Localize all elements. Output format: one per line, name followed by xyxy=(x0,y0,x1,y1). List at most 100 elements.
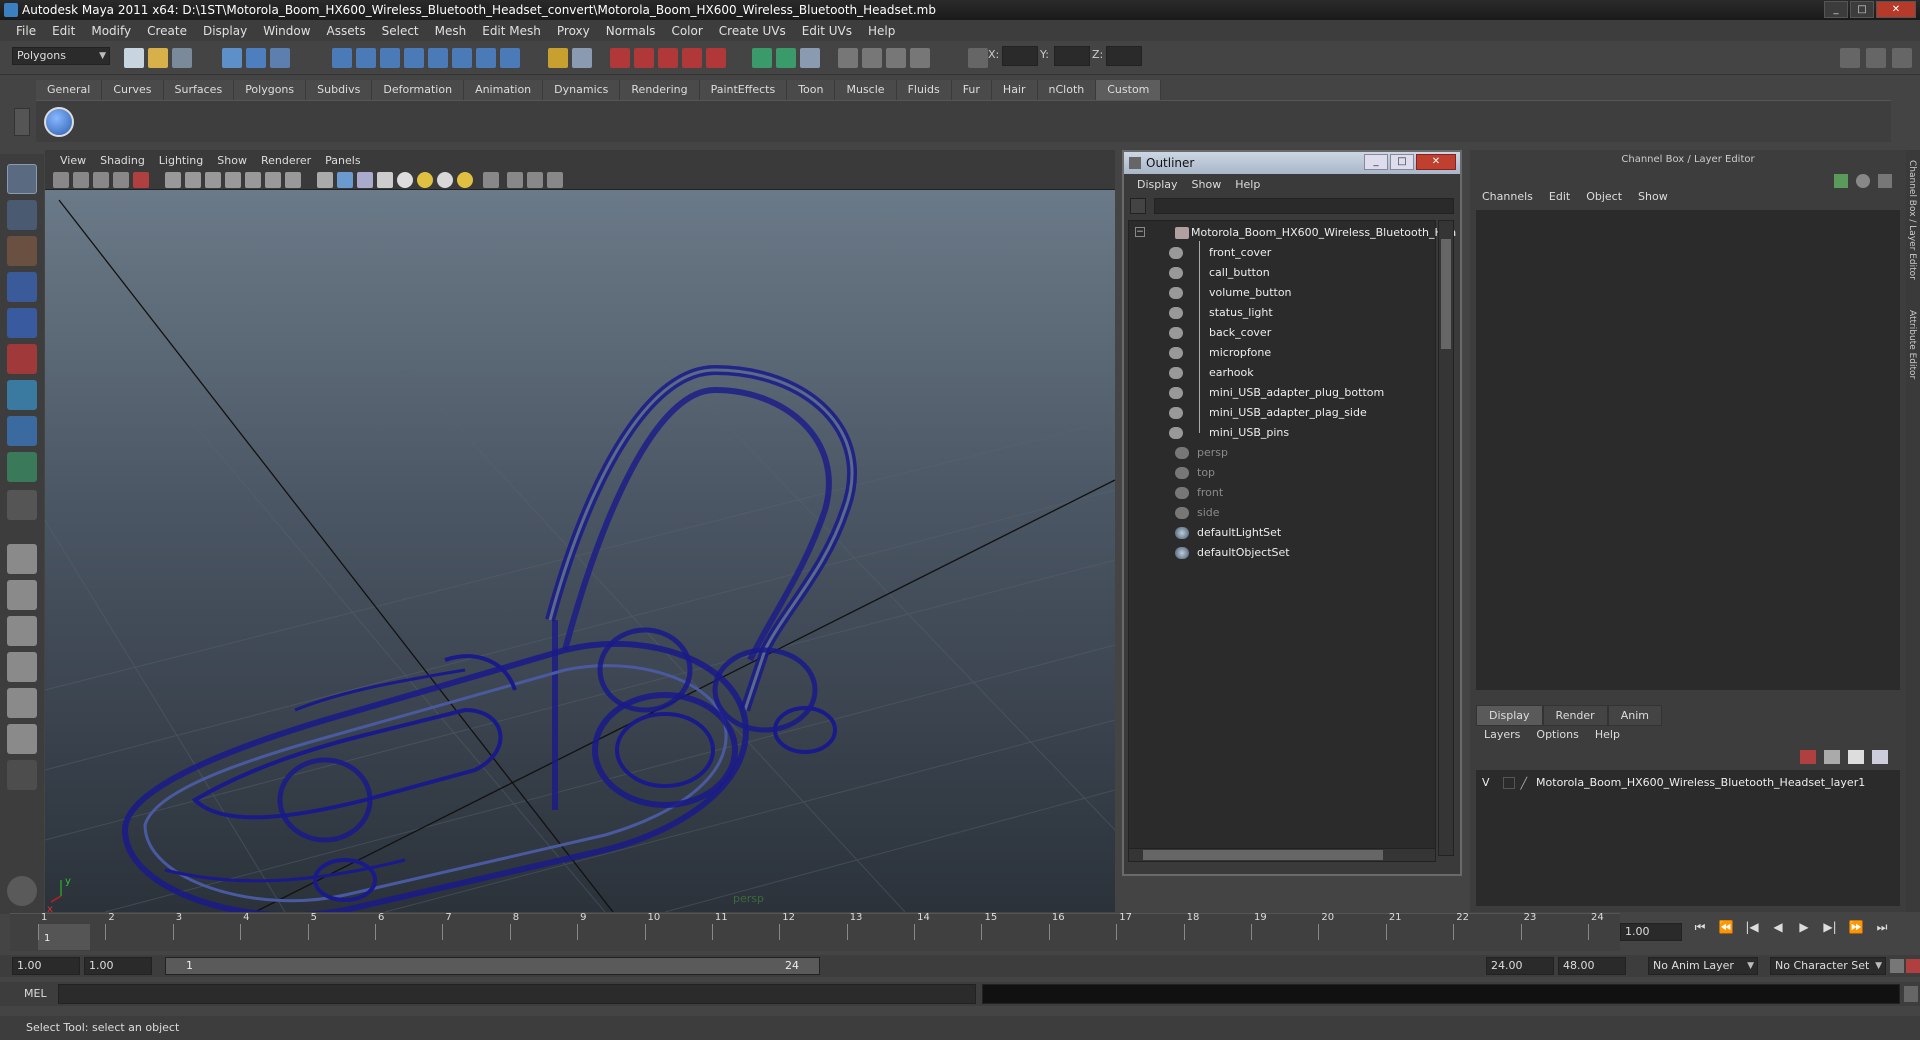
cb-menu-object[interactable]: Object xyxy=(1578,190,1630,203)
animation-preferences-icon[interactable] xyxy=(1906,959,1920,973)
attribute-editor-toggle-icon[interactable] xyxy=(1840,48,1860,68)
resolution-gate-icon[interactable] xyxy=(205,172,221,188)
menu-file[interactable]: File xyxy=(8,24,44,38)
vp-menu-renderer[interactable]: Renderer xyxy=(254,154,318,167)
menu-help[interactable]: Help xyxy=(860,24,903,38)
lasso-tool-icon[interactable] xyxy=(7,200,37,230)
display-toggle-icon[interactable] xyxy=(1856,174,1870,188)
render-view-icon[interactable] xyxy=(572,48,592,68)
history-icon[interactable] xyxy=(476,48,496,68)
menu-proxy[interactable]: Proxy xyxy=(549,24,598,38)
layer-row[interactable]: V ╱ Motorola_Boom_HX600_Wireless_Bluetoo… xyxy=(1482,776,1865,790)
persp-outliner-layout-icon[interactable] xyxy=(7,616,37,646)
channel-box-side-tab[interactable]: Channel Box / Layer Editor xyxy=(1907,160,1917,280)
outliner-camera-item[interactable]: persp xyxy=(1175,443,1228,463)
menu-color[interactable]: Color xyxy=(663,24,710,38)
snap-curve-icon[interactable] xyxy=(356,48,376,68)
time-slider[interactable]: 1 1 2 3 4 5 6 7 8 9 10 11 12 13 14 15 16 17 18 19 20 21 22 23 2… xyxy=(10,912,1620,951)
shelf-tab-dynamics[interactable]: Dynamics xyxy=(543,80,621,100)
snap-view-icon[interactable] xyxy=(452,48,472,68)
help-question-icon[interactable] xyxy=(500,48,520,68)
key-icon[interactable] xyxy=(1834,174,1848,188)
layout-options-icon[interactable] xyxy=(7,760,37,790)
all-lights-icon[interactable] xyxy=(417,172,433,188)
outliner-menu-help[interactable]: Help xyxy=(1228,178,1267,191)
cb-menu-show[interactable]: Show xyxy=(1630,190,1676,203)
shelf-tab-deformation[interactable]: Deformation xyxy=(372,80,465,100)
outliner-child-item[interactable]: volume_button xyxy=(1169,283,1292,303)
persp-hypershade-layout-icon[interactable] xyxy=(7,724,37,754)
collapse-toggle-icon[interactable]: − xyxy=(1135,227,1145,237)
close-button[interactable]: ✕ xyxy=(1876,1,1916,18)
wireframe-on-shaded-icon[interactable] xyxy=(357,172,373,188)
image-plane-icon[interactable] xyxy=(113,172,129,188)
menu-assets[interactable]: Assets xyxy=(319,24,374,38)
vp-menu-panels[interactable]: Panels xyxy=(318,154,367,167)
attribute-editor-side-tab[interactable]: Attribute Editor xyxy=(1907,310,1917,379)
maximize-button[interactable]: □ xyxy=(1850,1,1874,18)
outliner-search-input[interactable] xyxy=(1154,198,1454,214)
film-gate-icon[interactable] xyxy=(185,172,201,188)
layer-menu-options[interactable]: Options xyxy=(1528,728,1586,741)
layer-visibility-toggle[interactable]: V xyxy=(1482,776,1490,789)
layer-menu-layers[interactable]: Layers xyxy=(1476,728,1528,741)
outliner-close-button[interactable]: ✕ xyxy=(1416,154,1456,170)
soft-modification-icon[interactable] xyxy=(7,416,37,446)
outliner-horizontal-scrollbar[interactable] xyxy=(1128,848,1436,862)
snap-plane-icon[interactable] xyxy=(404,48,424,68)
bookmark-icon[interactable] xyxy=(93,172,109,188)
outliner-child-item[interactable]: mini_USB_adapter_plug_bottom xyxy=(1169,383,1384,403)
play-backwards-button[interactable]: ◀ xyxy=(1768,920,1788,935)
select-object-icon[interactable] xyxy=(246,48,266,68)
filter-icon[interactable] xyxy=(1130,198,1146,214)
universal-manipulator-icon[interactable] xyxy=(7,380,37,410)
shelf-tab-surfaces[interactable]: Surfaces xyxy=(163,80,235,100)
layout-two-icon[interactable] xyxy=(862,48,882,68)
layout-four-icon[interactable] xyxy=(910,48,930,68)
new-layer-selected-icon[interactable] xyxy=(1872,750,1888,764)
outliner-menu-display[interactable]: Display xyxy=(1130,178,1185,191)
wireframe-icon[interactable] xyxy=(317,172,333,188)
vp-menu-shading[interactable]: Shading xyxy=(93,154,152,167)
checkmark-shelf-icon[interactable] xyxy=(44,107,74,137)
y-field[interactable] xyxy=(1054,46,1090,66)
go-to-start-button[interactable]: ⏮ xyxy=(1690,920,1710,935)
range-slider[interactable]: 1 24 xyxy=(165,957,820,975)
outliner-set-item[interactable]: defaultObjectSet xyxy=(1175,543,1290,563)
shelf-tab-general[interactable]: General xyxy=(36,80,103,100)
field-chart-icon[interactable] xyxy=(245,172,261,188)
menu-set-dropdown[interactable]: Polygons ▼ xyxy=(12,47,110,65)
layer-tab-anim[interactable]: Anim xyxy=(1607,705,1662,726)
outliner-titlebar[interactable]: Outliner _ □ ✕ xyxy=(1124,152,1460,174)
outliner-child-item[interactable]: call_button xyxy=(1169,263,1270,283)
menu-create[interactable]: Create xyxy=(139,24,195,38)
outliner-set-item[interactable]: defaultLightSet xyxy=(1175,523,1281,543)
layer-list[interactable]: V ╱ Motorola_Boom_HX600_Wireless_Bluetoo… xyxy=(1476,770,1900,906)
camera-attributes-icon[interactable] xyxy=(73,172,89,188)
select-component-icon[interactable] xyxy=(270,48,290,68)
shelf-tab-custom[interactable]: Custom xyxy=(1096,80,1162,100)
ipr-render-icon[interactable] xyxy=(658,48,678,68)
cb-menu-channels[interactable]: Channels xyxy=(1474,190,1541,203)
outliner-child-item[interactable]: back_cover xyxy=(1169,323,1271,343)
open-scene-icon[interactable] xyxy=(148,48,168,68)
step-back-key-button[interactable]: ⏪ xyxy=(1716,920,1736,935)
menu-edit-mesh[interactable]: Edit Mesh xyxy=(474,24,549,38)
shelf-tab-curves[interactable]: Curves xyxy=(102,80,164,100)
outliner-persp-graph-layout-icon[interactable] xyxy=(7,688,37,718)
shelf-tab-painteffects[interactable]: PaintEffects xyxy=(699,80,788,100)
single-pane-layout-icon[interactable] xyxy=(7,544,37,574)
tool-settings-toggle-icon[interactable] xyxy=(1866,48,1886,68)
shelf-tab-fluids[interactable]: Fluids xyxy=(896,80,952,100)
outliner-camera-item[interactable]: side xyxy=(1175,503,1220,523)
layer-tab-render[interactable]: Render xyxy=(1542,705,1608,726)
grid-toggle-icon[interactable] xyxy=(165,172,181,188)
move-layer-up-icon[interactable] xyxy=(1800,750,1816,764)
select-tool-icon[interactable] xyxy=(7,164,37,194)
scroll-thumb[interactable] xyxy=(1143,850,1383,860)
four-pane-layout-icon[interactable] xyxy=(7,580,37,610)
script-editor-icon[interactable] xyxy=(1904,986,1918,1002)
construction-history-icon[interactable] xyxy=(610,48,630,68)
transform-mode-icon[interactable] xyxy=(776,48,796,68)
anim-layer-dropdown[interactable]: No Anim Layer ▼ xyxy=(1648,957,1758,975)
